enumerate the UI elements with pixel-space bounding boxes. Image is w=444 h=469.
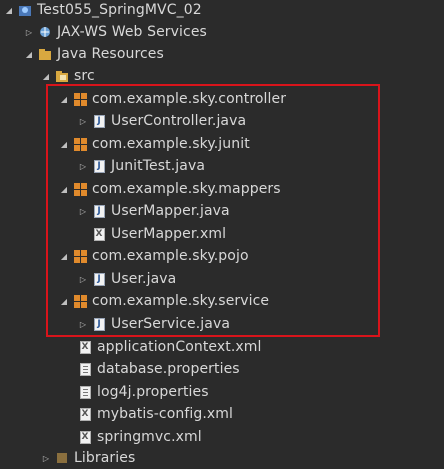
java-file-icon: J	[92, 159, 106, 173]
collapsed-arrow-icon[interactable]: ▷	[41, 451, 51, 465]
tree-label: Test055_SpringMVC_02	[37, 2, 202, 18]
tree-label: src	[74, 68, 95, 84]
properties-file-icon	[78, 385, 92, 399]
xml-file-icon: X	[92, 227, 106, 241]
tree-node-package[interactable]: ◢ com.example.sky.service	[0, 290, 444, 312]
tree-label: JAX-WS Web Services	[57, 24, 207, 40]
tree-node-file[interactable]: X UserMapper.xml	[0, 223, 444, 245]
tree-node-file[interactable]: X applicationContext.xml	[0, 336, 444, 358]
java-resources-icon	[38, 47, 52, 61]
tree-node-package[interactable]: ◢ com.example.sky.junit	[0, 133, 444, 155]
package-icon	[73, 294, 87, 308]
expanded-arrow-icon[interactable]: ◢	[24, 47, 34, 61]
tree-node-file[interactable]: ▷ J JunitTest.java	[0, 155, 444, 177]
tree-label: UserService.java	[111, 316, 231, 332]
tree-label: Java Resources	[57, 46, 164, 62]
tree-label: User.java	[111, 271, 177, 287]
tree-node-project[interactable]: ◢ Test055_SpringMVC_02	[0, 0, 444, 21]
properties-file-icon	[78, 362, 92, 376]
tree-label: UserMapper.java	[111, 203, 230, 219]
xml-file-icon: X	[78, 340, 92, 354]
tree-label: com.example.sky.mappers	[92, 181, 281, 197]
java-file-icon: J	[92, 317, 106, 331]
tree-label: log4j.properties	[97, 384, 209, 400]
web-services-icon	[38, 25, 52, 39]
tree-label: mybatis-config.xml	[97, 406, 234, 422]
collapsed-arrow-icon[interactable]: ▷	[78, 204, 88, 218]
project-explorer-tree: ◢ Test055_SpringMVC_02 ▷ JAX-WS Web Serv…	[0, 0, 444, 466]
tree-label: com.example.sky.junit	[92, 136, 250, 152]
tree-node-file[interactable]: ▷ J UserMapper.java	[0, 200, 444, 222]
package-icon	[73, 92, 87, 106]
tree-node-file[interactable]: X springmvc.xml	[0, 426, 444, 448]
tree-node-file[interactable]: ▷ J UserService.java	[0, 313, 444, 335]
java-file-icon: J	[92, 272, 106, 286]
tree-label: database.properties	[97, 361, 240, 377]
tree-label: com.example.sky.service	[92, 293, 270, 309]
tree-label: applicationContext.xml	[97, 339, 262, 355]
tree-label: UserMapper.xml	[111, 226, 227, 242]
expanded-arrow-icon[interactable]: ◢	[59, 92, 69, 106]
tree-node-file[interactable]: log4j.properties	[0, 381, 444, 403]
collapsed-arrow-icon[interactable]: ▷	[78, 272, 88, 286]
tree-node-jaxws[interactable]: ▷ JAX-WS Web Services	[0, 21, 444, 43]
xml-file-icon: X	[78, 407, 92, 421]
collapsed-arrow-icon[interactable]: ▷	[78, 159, 88, 173]
tree-label: JunitTest.java	[111, 158, 206, 174]
expanded-arrow-icon[interactable]: ◢	[59, 294, 69, 308]
tree-node-file[interactable]: ▷ J UserController.java	[0, 110, 444, 132]
expanded-arrow-icon[interactable]: ◢	[41, 69, 51, 83]
collapsed-arrow-icon[interactable]: ▷	[24, 25, 34, 39]
tree-label: com.example.sky.pojo	[92, 248, 249, 264]
package-icon	[73, 249, 87, 263]
package-icon	[73, 182, 87, 196]
source-folder-icon	[55, 69, 69, 83]
xml-file-icon: X	[78, 430, 92, 444]
expanded-arrow-icon[interactable]: ◢	[59, 182, 69, 196]
tree-label: UserController.java	[111, 113, 247, 129]
java-interface-file-icon: J	[92, 204, 106, 218]
tree-label: Libraries	[74, 450, 136, 466]
tree-node-package[interactable]: ◢ com.example.sky.pojo	[0, 245, 444, 267]
tree-label: com.example.sky.controller	[92, 91, 287, 107]
expanded-arrow-icon[interactable]: ◢	[59, 137, 69, 151]
tree-node-package[interactable]: ◢ com.example.sky.mappers	[0, 178, 444, 200]
tree-node-file[interactable]: X mybatis-config.xml	[0, 403, 444, 425]
collapsed-arrow-icon[interactable]: ▷	[78, 114, 88, 128]
collapsed-arrow-icon[interactable]: ▷	[78, 317, 88, 331]
tree-node-file[interactable]: database.properties	[0, 358, 444, 380]
package-icon	[73, 137, 87, 151]
tree-node-src[interactable]: ◢ src	[0, 65, 444, 87]
tree-node-file[interactable]: ▷ J User.java	[0, 268, 444, 290]
tree-node-libraries[interactable]: ▷ Libraries	[0, 447, 444, 469]
web-project-icon	[18, 3, 32, 17]
expanded-arrow-icon[interactable]: ◢	[59, 249, 69, 263]
java-file-icon: J	[92, 114, 106, 128]
expanded-arrow-icon[interactable]: ◢	[4, 3, 14, 17]
tree-label: springmvc.xml	[97, 429, 202, 445]
tree-node-package[interactable]: ◢ com.example.sky.controller	[0, 88, 444, 110]
library-icon	[55, 451, 69, 465]
tree-node-java-resources[interactable]: ◢ Java Resources	[0, 43, 444, 65]
